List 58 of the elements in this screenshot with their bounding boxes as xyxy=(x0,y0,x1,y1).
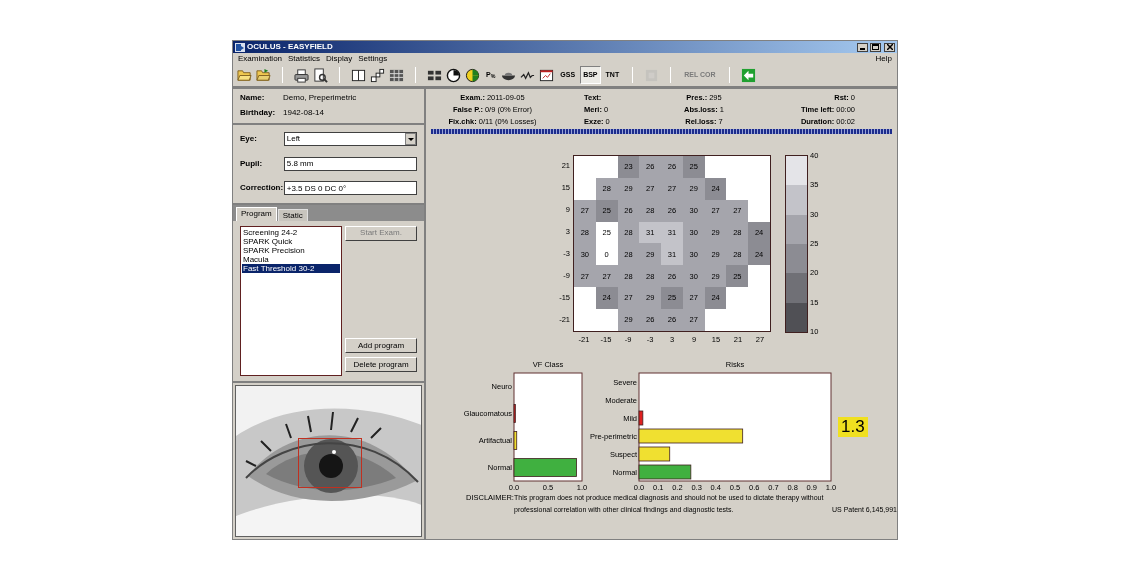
action-button[interactable]: Delete program xyxy=(345,357,417,372)
toolbar-button[interactable] xyxy=(312,66,329,84)
field-value: Demo, Preperimetric xyxy=(283,92,357,105)
field-label: Name: xyxy=(240,92,266,105)
folder-icon xyxy=(256,67,271,83)
program-list[interactable]: Screening 24-2 SPARK Quick SPARK Precision Macula Fast Threshold 30-2 xyxy=(240,225,342,376)
toolbar-button[interactable] xyxy=(369,66,386,84)
toolbar-button[interactable] xyxy=(464,66,481,84)
tab[interactable]: Static xyxy=(277,208,308,221)
tracking-frame xyxy=(298,438,362,488)
folder-icon xyxy=(237,67,252,83)
menu-item[interactable]: Settings xyxy=(355,54,391,63)
menu-item[interactable]: Display xyxy=(323,54,356,63)
window-title: OCULUS - EASYFIELD xyxy=(247,43,333,51)
field-label: Eye: xyxy=(240,133,258,146)
list-item[interactable]: SPARK Precision xyxy=(242,245,340,255)
list-item[interactable]: Macula xyxy=(242,254,340,264)
toolbar-button[interactable] xyxy=(445,66,462,84)
chart-window-icon xyxy=(539,67,555,83)
minimize-button[interactable] xyxy=(857,42,868,52)
eye-dropdown[interactable]: Left xyxy=(283,132,417,147)
bar xyxy=(638,464,692,480)
nodes-icon xyxy=(370,67,385,83)
action-button[interactable]: Add program xyxy=(345,338,417,353)
correction-field[interactable]: +3.5 DS 0 DC 0° xyxy=(283,181,417,196)
bar xyxy=(513,458,577,477)
menu-item[interactable]: Examination xyxy=(235,54,286,63)
toolbar-button[interactable] xyxy=(293,66,310,84)
tab[interactable]: Program xyxy=(236,206,277,221)
bar xyxy=(513,431,518,450)
maximize-button[interactable] xyxy=(870,42,881,52)
columns-icon xyxy=(351,67,366,83)
close-icon xyxy=(886,44,893,50)
bar xyxy=(513,404,516,423)
bar xyxy=(638,446,671,462)
close-button[interactable] xyxy=(884,42,895,52)
field-label: Correction: xyxy=(240,182,284,195)
menu-item[interactable]: Statistics xyxy=(285,54,324,63)
score-badge: 1.3 xyxy=(838,417,868,437)
list-item[interactable]: Fast Threshold 30-2 xyxy=(242,263,340,273)
bar xyxy=(638,410,644,426)
maximize-icon xyxy=(872,44,879,50)
list-item[interactable]: Screening 24-2 xyxy=(242,227,340,237)
field-label: Pupil: xyxy=(240,157,264,170)
printer-icon xyxy=(294,67,309,83)
pupil-field[interactable]: 5.8 mm xyxy=(283,156,417,171)
minimize-icon xyxy=(860,47,865,50)
grid-icon xyxy=(389,67,404,83)
field-label: Birthday: xyxy=(240,107,277,120)
app-icon xyxy=(235,42,245,52)
menu-item[interactable]: Help xyxy=(872,54,895,63)
arrow-left-icon xyxy=(740,67,756,83)
dropdown-arrow-icon xyxy=(407,137,414,141)
dial-icon xyxy=(446,67,461,83)
field-value: 1942-08-14 xyxy=(283,107,324,120)
print-preview-icon xyxy=(313,67,328,83)
list-item[interactable]: SPARK Quick xyxy=(242,236,340,246)
pie-icon xyxy=(465,67,480,83)
